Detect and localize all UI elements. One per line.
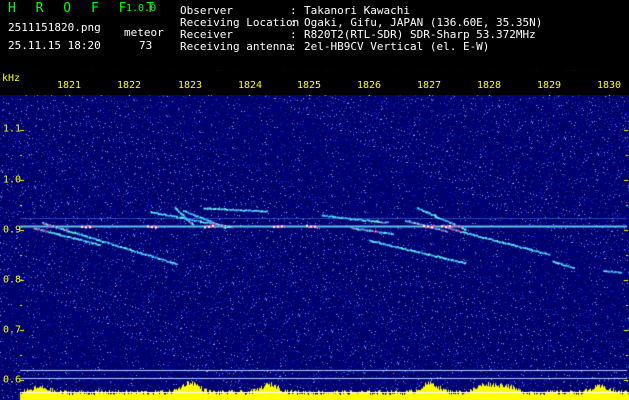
x-tick-label: 1823 (177, 80, 203, 91)
metadata-label: Receiving antenna (180, 40, 293, 53)
spectrogram-window: H R O F F T 1.0.0 2511151820.png 25.11.1… (0, 0, 629, 400)
x-tick-label: 1826 (356, 80, 382, 91)
x-tick-label: 1830 (596, 80, 622, 91)
count-value: 73 (139, 39, 153, 52)
y-tick-label: 0.9 (3, 224, 22, 236)
x-tick-label: 1825 (296, 80, 322, 91)
x-tick-label: 1827 (416, 80, 442, 91)
datetime: 25.11.15 18:20 (8, 39, 101, 52)
filename: 2511151820.png (8, 21, 101, 34)
x-tick-label: 1824 (237, 80, 263, 91)
y-tick-label: 0.7 (3, 324, 22, 336)
count-label: meteor (124, 26, 164, 39)
y-tick-label: 1.0 (3, 174, 22, 186)
x-tick-label: 1822 (116, 80, 142, 91)
metadata-value: 2el-HB9CV Vertical (el. E-W) (304, 40, 490, 53)
y-axis-unit-label: kHz (2, 73, 21, 84)
x-tick-label: 1828 (476, 80, 502, 91)
y-tick-label: 0.8 (3, 274, 22, 286)
spectrogram-canvas (0, 0, 629, 400)
x-tick-label: 1829 (536, 80, 562, 91)
app-version: 1.0.0 (126, 3, 157, 14)
x-tick-label: 1821 (56, 80, 82, 91)
y-tick-label: 0.6 (3, 374, 22, 386)
y-tick-label: 1.1 (3, 123, 22, 135)
metadata-colon: : (290, 40, 297, 53)
